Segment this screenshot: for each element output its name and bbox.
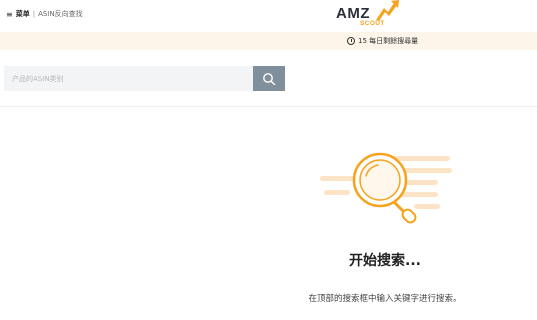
- menu-button[interactable]: ≡ 菜单 | ASIN反向查找: [6, 9, 83, 19]
- logo-arrow-icon: [376, 0, 399, 21]
- remaining-searches-text: 15 每日剩餘搜尋量: [358, 37, 419, 45]
- amzscout-logo[interactable]: AMZ SCOUT: [336, 0, 400, 28]
- empty-state-title: 开始搜索...: [349, 253, 421, 269]
- clock-icon: [347, 37, 355, 45]
- remaining-searches: 15 每日剩餘搜尋量: [347, 36, 418, 46]
- asin-search-input[interactable]: [4, 66, 253, 91]
- remaining-searches-bar: 15 每日剩餘搜尋量: [0, 32, 537, 50]
- search-button[interactable]: [253, 66, 285, 91]
- hamburger-icon[interactable]: ≡: [6, 10, 13, 19]
- magnifier-illustration: [320, 152, 452, 224]
- menu-label[interactable]: 菜单: [16, 9, 30, 19]
- divider: [0, 106, 537, 107]
- breadcrumb: ASIN反向查找: [38, 10, 83, 18]
- empty-state-description: 在顶部的搜索框中输入关键字进行搜索。: [308, 294, 462, 304]
- search-icon: [263, 72, 276, 85]
- top-bar: ≡ 菜单 | ASIN反向查找 AMZ SCOUT: [0, 0, 537, 30]
- breadcrumb-separator: |: [32, 10, 36, 18]
- logo-scout-text: SCOUT: [360, 20, 385, 27]
